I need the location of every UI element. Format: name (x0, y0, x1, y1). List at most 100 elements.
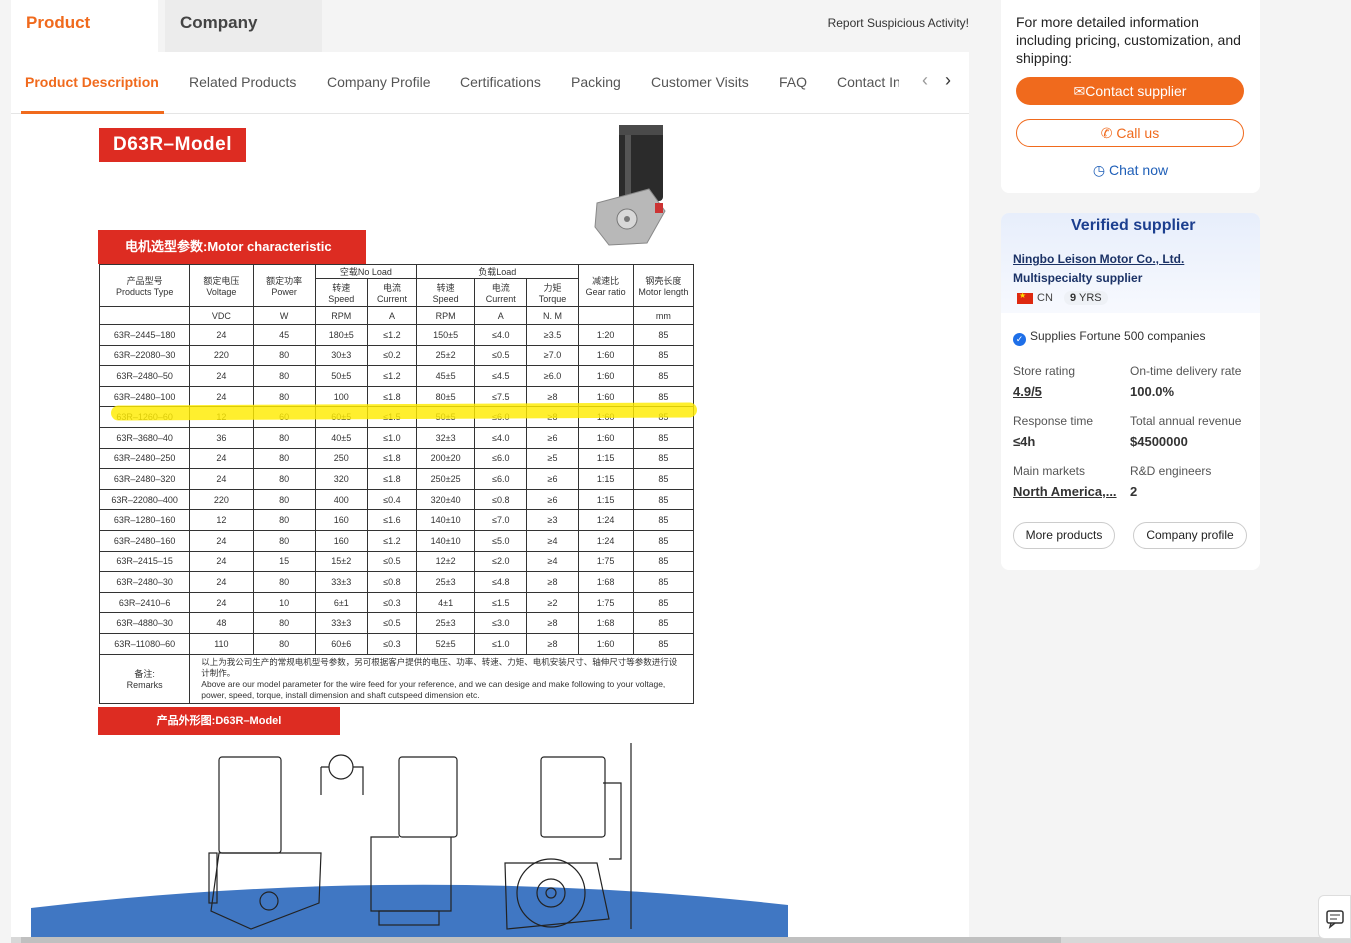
contact-supplier-button[interactable]: ✉Contact supplier (1016, 77, 1244, 105)
table-cell: 85 (632, 488, 695, 511)
table-cell: 80 (252, 468, 316, 490)
motor-characteristic-banner: 电机选型参数:Motor characteristic (98, 230, 366, 264)
store-rating-label: Store rating (1013, 364, 1076, 378)
subtab-packing[interactable]: Packing (571, 74, 621, 90)
table-cell: ≤0.2 (366, 344, 418, 367)
report-suspicious-link[interactable]: Report Suspicious Activity! (828, 16, 969, 30)
table-cell: ≤1.8 (366, 468, 418, 490)
table-cell: 24 (189, 324, 254, 346)
table-cell: ≤7.0 (474, 509, 528, 531)
table-row: 63R–22080–30 220 80 30±3 ≤0.2 25±2 ≤0.5 ≥7.0 1:6… (98, 344, 695, 367)
table-cell: 63R–2480–50 (98, 365, 191, 387)
supplier-name-link[interactable]: Ningbo Leison Motor Co., Ltd. (1013, 252, 1184, 266)
tab-company-profile[interactable]: Company profile (165, 0, 322, 78)
subtab-customer-visits[interactable]: Customer Visits (651, 74, 749, 90)
outline-drawing-banner: 产品外形图:D63R–Model (98, 707, 340, 735)
table-cell: 85 (632, 426, 695, 449)
store-rating-value[interactable]: 4.9/5 (1013, 384, 1042, 399)
table-cell: 80 (252, 509, 316, 531)
call-us-button[interactable]: ✆ Call us (1016, 119, 1244, 147)
subtab-product-description[interactable]: Product Description (25, 74, 159, 90)
col-power: 额定功率 Power (252, 264, 316, 307)
table-cell: 85 (632, 344, 695, 367)
table-cell: ≤4.8 (474, 571, 528, 593)
table-cell: ≤1.8 (366, 447, 418, 470)
more-products-button[interactable]: More products (1013, 522, 1115, 549)
table-cell: 85 (632, 509, 695, 531)
subtab-faq[interactable]: FAQ (779, 74, 807, 90)
table-cell: 63R–2480–100 (98, 385, 191, 408)
table-cell: 160 (314, 529, 368, 552)
tab-product-details[interactable]: Product details (11, 0, 158, 78)
table-cell: 150±5 (416, 324, 476, 346)
table-cell: ≥7.0 (526, 344, 579, 367)
table-cell: ≥5 (526, 447, 579, 470)
table-cell: 40±5 (314, 426, 368, 449)
response-time-label: Response time (1013, 414, 1094, 428)
table-cell: 1:20 (577, 324, 634, 346)
chevron-right-icon[interactable]: › (945, 70, 951, 91)
table-cell: 24 (189, 571, 254, 593)
table-cell: ≥6 (526, 488, 579, 511)
table-row: 63R–4880–30 48 80 33±3 ≤0.5 25±3 ≤3.0 ≥8 1:68 85 (98, 612, 695, 634)
table-cell: 200±20 (416, 447, 476, 470)
supplier-card: Verified supplier Ningbo Leison Motor Co… (1001, 213, 1260, 570)
table-cell: ≤0.3 (366, 591, 418, 614)
table-row: 63R–3680–40 36 80 40±5 ≤1.0 32±3 ≤4.0 ≥6 1:60 85 (98, 426, 695, 449)
chat-icon: ◷ (1092, 162, 1109, 178)
message-float-icon[interactable] (1318, 895, 1351, 939)
scrollbar-thumb[interactable] (21, 937, 1061, 943)
table-cell: ≤2.0 (474, 550, 528, 573)
table-cell: ≥8 (526, 632, 579, 655)
table-cell: 85 (632, 612, 695, 634)
table-cell: 1:60 (577, 426, 634, 449)
table-cell: 80 (252, 612, 316, 634)
table-cell: 80 (252, 529, 316, 552)
table-cell: 220 (189, 488, 254, 511)
table-cell: ≤4.0 (474, 426, 528, 449)
table-cell: 15±2 (314, 550, 368, 573)
col-noload: 空载No Load (314, 264, 418, 279)
table-cell: 1:75 (577, 550, 634, 573)
table-row: 63R–2480–250 24 80 250 ≤1.8 200±20 ≤6.0 ≥5 1:15 8… (98, 447, 695, 470)
table-cell: 1:60 (577, 365, 634, 387)
table-cell: 85 (632, 591, 695, 614)
table-cell: 80 (252, 365, 316, 387)
table-cell: 33±3 (314, 571, 368, 593)
table-cell: 63R–1280–160 (98, 509, 191, 531)
col-noload-current: 电流 Current (366, 278, 418, 307)
company-profile-button[interactable]: Company profile (1133, 522, 1247, 549)
table-cell: 1:15 (577, 468, 634, 490)
table-cell: 1:15 (577, 488, 634, 511)
col-load-speed: 转速 Speed (416, 278, 476, 307)
table-cell: ≥2 (526, 591, 579, 614)
chevron-left-icon[interactable]: ‹ (922, 70, 928, 91)
table-cell: 80 (252, 447, 316, 470)
subtab-contact[interactable]: Contact In (837, 74, 899, 90)
table-cell: 85 (632, 550, 695, 573)
table-cell: ≥6 (526, 468, 579, 490)
subtab-company-profile[interactable]: Company Profile (327, 74, 431, 90)
remarks-text: 以上为我公司生产的常规电机型号参数，另可根据客户提供的电压、功率、转速、力矩、电… (189, 653, 694, 704)
table-cell: 85 (632, 324, 695, 346)
subtab-related-products[interactable]: Related Products (189, 74, 296, 90)
horizontal-scrollbar[interactable] (11, 937, 1351, 943)
table-cell: 80 (252, 571, 316, 593)
main-markets-value[interactable]: North America,... (1013, 484, 1128, 499)
table-cell: 24 (189, 385, 254, 408)
table-row: 63R–1280–160 12 80 160 ≤1.6 140±10 ≤7.0 ≥3 1:24 8… (98, 509, 695, 531)
motor-spec-table: 产品型号 Products Type 额定电压 Voltage 额定功率 Power … (98, 264, 695, 704)
table-cell: 6±1 (314, 591, 368, 614)
table-cell: 1:60 (577, 344, 634, 367)
table-cell: 24 (189, 468, 254, 490)
table-cell: 45±5 (416, 365, 476, 387)
chat-now-link[interactable]: ◷ Chat now (1001, 162, 1260, 179)
table-cell: 85 (632, 365, 695, 387)
subtab-certifications[interactable]: Certifications (460, 74, 541, 90)
table-cell: 1:24 (577, 509, 634, 531)
table-row: 63R–2480–320 24 80 320 ≤1.8 250±25 ≤6.0 ≥6 1:15 8… (98, 468, 695, 490)
supplier-header: Verified supplier Ningbo Leison Motor Co… (1001, 213, 1260, 313)
table-cell: 1:24 (577, 529, 634, 552)
sub-tab-bar: Product Description Related Products Com… (11, 52, 969, 114)
table-cell: 24 (189, 365, 254, 387)
